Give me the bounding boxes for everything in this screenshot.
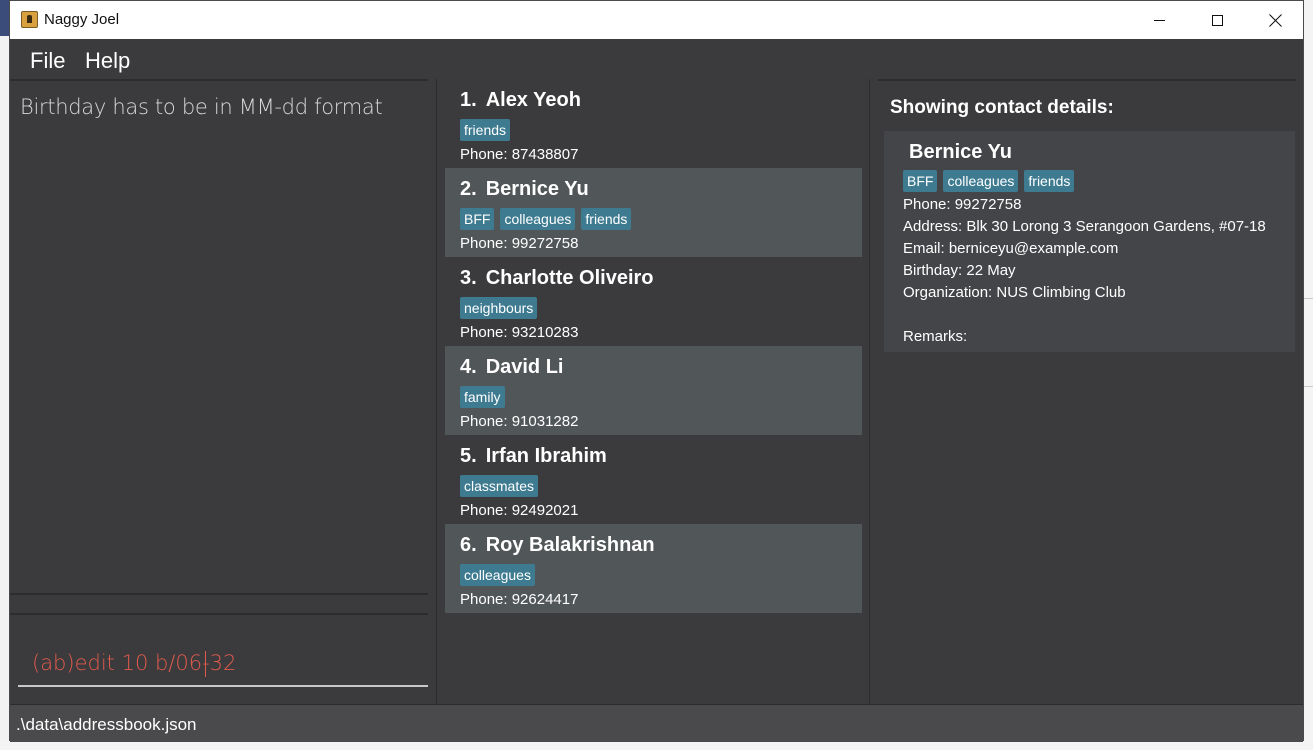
minimize-button[interactable]: [1130, 1, 1188, 39]
command-box: [10, 613, 428, 703]
title-bar[interactable]: Naggy Joel: [10, 1, 1303, 39]
text-caret: [205, 651, 206, 677]
background-window-fragment: [0, 0, 9, 36]
person-name: 5. Irfan Ibrahim: [460, 445, 847, 471]
desktop-background-bottom: [0, 741, 1313, 750]
window-title: Naggy Joel: [44, 11, 120, 28]
tag: BFF: [460, 208, 495, 230]
person-name-text: David Li: [485, 356, 564, 378]
minimize-icon: [1153, 19, 1165, 21]
person-name: 4. David Li: [460, 356, 847, 382]
status-bar: .\data\addressbook.json: [10, 704, 1303, 742]
tag: colleagues: [460, 564, 535, 586]
tag-list: family: [460, 386, 847, 408]
detail-remarks: Remarks:: [903, 328, 968, 345]
tag: colleagues: [943, 170, 1019, 192]
maximize-button[interactable]: [1188, 1, 1246, 39]
contact-detail-card: Bernice Yu BFF colleagues friends Phone:…: [884, 131, 1295, 352]
person-index: 3.: [460, 267, 477, 289]
person-index: 4.: [460, 356, 477, 378]
person-name-text: Bernice Yu: [485, 178, 589, 200]
detail-tag-list: BFF colleagues friends: [903, 170, 1276, 192]
tag-list: colleagues: [460, 564, 847, 586]
person-index: 6.: [460, 534, 477, 556]
person-name-text: Irfan Ibrahim: [485, 445, 607, 467]
menu-help[interactable]: Help: [85, 48, 130, 74]
close-icon: [1269, 14, 1282, 27]
app-icon: [21, 11, 38, 28]
tag: classmates: [460, 475, 539, 497]
person-card-5[interactable]: 5. Irfan Ibrahim classmates Phone: 924920…: [445, 435, 862, 524]
detail-organization: Organization: NUS Climbing Club: [903, 284, 1126, 301]
close-button[interactable]: [1246, 1, 1304, 39]
tag: neighbours: [460, 297, 538, 319]
maximize-icon: [1211, 14, 1223, 26]
person-phone: Phone: 93210283: [460, 324, 579, 341]
person-phone: Phone: 99272758: [460, 235, 579, 252]
detail-name: Bernice Yu: [909, 141, 1013, 163]
tag-list: neighbours: [460, 297, 847, 319]
tag: friends: [1024, 170, 1075, 192]
person-index: 5.: [460, 445, 477, 467]
menu-file[interactable]: File: [30, 48, 65, 74]
person-name-text: Alex Yeoh: [485, 89, 581, 111]
command-input[interactable]: [18, 641, 428, 687]
person-name: 6. Roy Balakrishnan: [460, 534, 847, 560]
detail-phone: Phone: 99272758: [903, 196, 1022, 213]
person-index: 1.: [460, 89, 477, 111]
person-card-4[interactable]: 4. David Li family Phone: 91031282: [445, 346, 862, 435]
person-phone: Phone: 92624417: [460, 591, 579, 608]
menu-bar: File Help: [10, 39, 1303, 79]
tag-list: friends: [460, 119, 847, 141]
detail-email: Email: berniceyu@example.com: [903, 240, 1119, 257]
tag: BFF: [903, 170, 938, 192]
person-card-2[interactable]: 2. Bernice Yu BFF colleagues friends Phon…: [445, 168, 862, 257]
detail-address: Address: Blk 30 Lorong 3 Serangoon Garde…: [903, 218, 1266, 235]
tag-list: BFF colleagues friends: [460, 208, 847, 230]
tag: friends: [581, 208, 632, 230]
person-name: 1. Alex Yeoh: [460, 89, 847, 115]
app-window: Naggy Joel File Help Birthday has to be …: [9, 0, 1304, 742]
person-list: 1. Alex Yeoh friends Phone: 87438807 2. Be…: [445, 79, 863, 704]
save-location: .\data\addressbook.json: [16, 715, 197, 734]
result-display: Birthday has to be in MM-dd format: [10, 79, 428, 595]
desktop-background-right: [1304, 0, 1313, 750]
person-phone: Phone: 92492021: [460, 502, 579, 519]
person-name: 3. Charlotte Oliveiro: [460, 267, 847, 293]
details-heading: Showing contact details:: [890, 97, 1114, 118]
background-divider: [1304, 298, 1313, 299]
pane-divider[interactable]: [869, 79, 870, 704]
background-divider: [1304, 386, 1313, 387]
tag: family: [460, 386, 505, 408]
tag: colleagues: [500, 208, 576, 230]
person-card-1[interactable]: 1. Alex Yeoh friends Phone: 87438807: [445, 79, 862, 168]
left-pane: Birthday has to be in MM-dd format: [10, 79, 428, 704]
person-name-text: Charlotte Oliveiro: [485, 267, 654, 289]
person-name: 2. Bernice Yu: [460, 178, 847, 204]
person-card-3[interactable]: 3. Charlotte Oliveiro neighbours Phone: 9…: [445, 257, 862, 346]
tag-list: classmates: [460, 475, 847, 497]
person-name-text: Roy Balakrishnan: [485, 534, 655, 556]
person-phone: Phone: 91031282: [460, 413, 579, 430]
result-message: Birthday has to be in MM-dd format: [20, 95, 383, 119]
person-card-6[interactable]: 6. Roy Balakrishnan colleagues Phone: 926…: [445, 524, 862, 613]
contact-details-panel: Showing contact details: Bernice Yu BFF …: [878, 79, 1296, 704]
pane-divider[interactable]: [436, 79, 437, 704]
person-phone: Phone: 87438807: [460, 146, 579, 163]
person-index: 2.: [460, 178, 477, 200]
tag: friends: [460, 119, 511, 141]
desktop-background-left: [0, 0, 9, 750]
detail-birthday: Birthday: 22 May: [903, 262, 1016, 279]
